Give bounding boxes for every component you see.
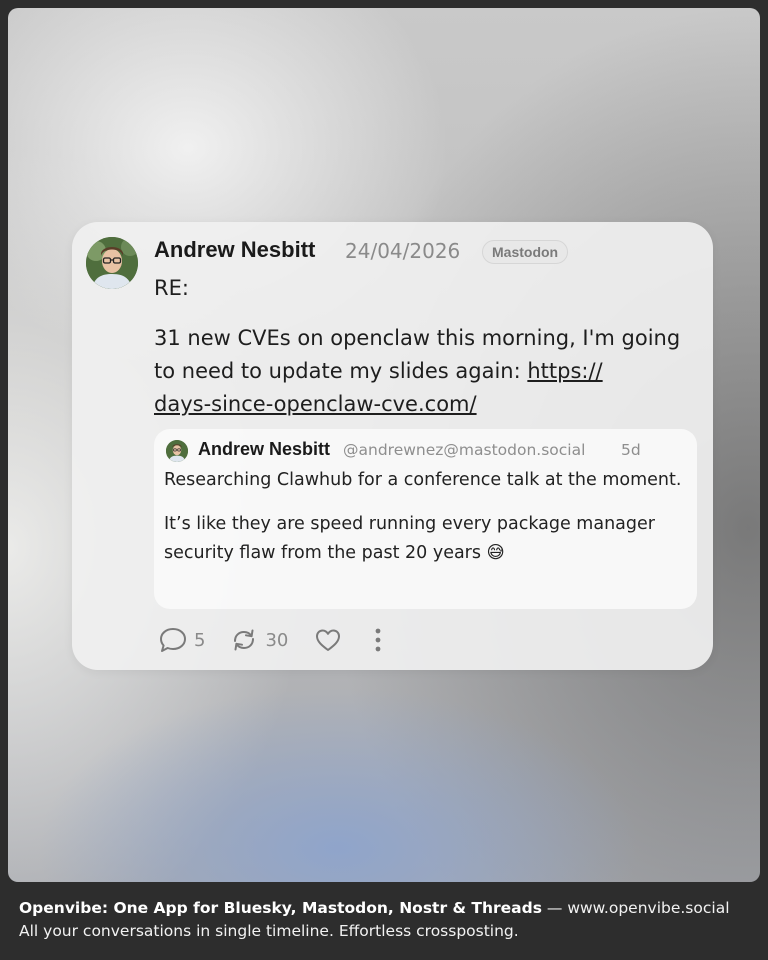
quoted-avatar — [166, 440, 188, 462]
post-text-re: RE: — [154, 276, 189, 300]
footer-headline: Openvibe: One App for Bluesky, Mastodon,… — [19, 899, 542, 917]
footer-line-1: Openvibe: One App for Bluesky, Mastodon,… — [19, 897, 730, 920]
post-body: RE: 31 new CVEs on openclaw this morning… — [154, 272, 702, 421]
network-badge: Mastodon — [482, 240, 569, 264]
quoted-author-name[interactable]: Andrew Nesbitt — [198, 439, 330, 460]
comment-icon — [160, 628, 186, 652]
quoted-paragraph-2: It’s like they are speed running every p… — [164, 514, 655, 563]
post-text-main: 31 new CVEs on openclaw this morning, I'… — [154, 322, 702, 421]
reply-count: 5 — [194, 629, 206, 651]
quoted-paragraph-1: Researching Clawhub for a conference tal… — [164, 470, 682, 490]
post-card[interactable]: Andrew Nesbitt 24/04/2026 Mastodon RE: 3… — [72, 222, 713, 670]
footer-site-link[interactable]: www.openvibe.social — [567, 899, 729, 917]
post-author-name[interactable]: Andrew Nesbitt — [154, 237, 315, 263]
background-canvas: Andrew Nesbitt 24/04/2026 Mastodon RE: 3… — [8, 8, 760, 882]
heart-icon — [316, 629, 341, 651]
footer-separator: — — [541, 899, 568, 917]
author-photo — [86, 237, 138, 289]
avatar[interactable] — [86, 237, 138, 289]
like-button[interactable] — [314, 627, 342, 653]
repost-icon — [234, 629, 255, 651]
quoted-post[interactable]: Andrew Nesbitt @andrewnez@mastodon.socia… — [154, 429, 697, 609]
repost-button[interactable]: 30 — [229, 626, 288, 654]
quoted-author-handle[interactable]: @andrewnez@mastodon.social — [343, 441, 585, 459]
more-options-button[interactable] — [372, 626, 384, 654]
reply-button[interactable]: 5 — [158, 626, 205, 654]
post-actions: 5 30 — [158, 625, 384, 655]
quoted-post-age: 5d — [621, 441, 641, 459]
repost-count: 30 — [265, 629, 289, 651]
more-vertical-icon — [375, 628, 381, 652]
quoted-author-photo — [166, 440, 188, 462]
promo-footer: Openvibe: One App for Bluesky, Mastodon,… — [19, 897, 730, 943]
footer-tagline: All your conversations in single timelin… — [19, 922, 519, 940]
post-date[interactable]: 24/04/2026 — [345, 239, 460, 263]
quoted-post-body: Researching Clawhub for a conference tal… — [164, 466, 689, 568]
